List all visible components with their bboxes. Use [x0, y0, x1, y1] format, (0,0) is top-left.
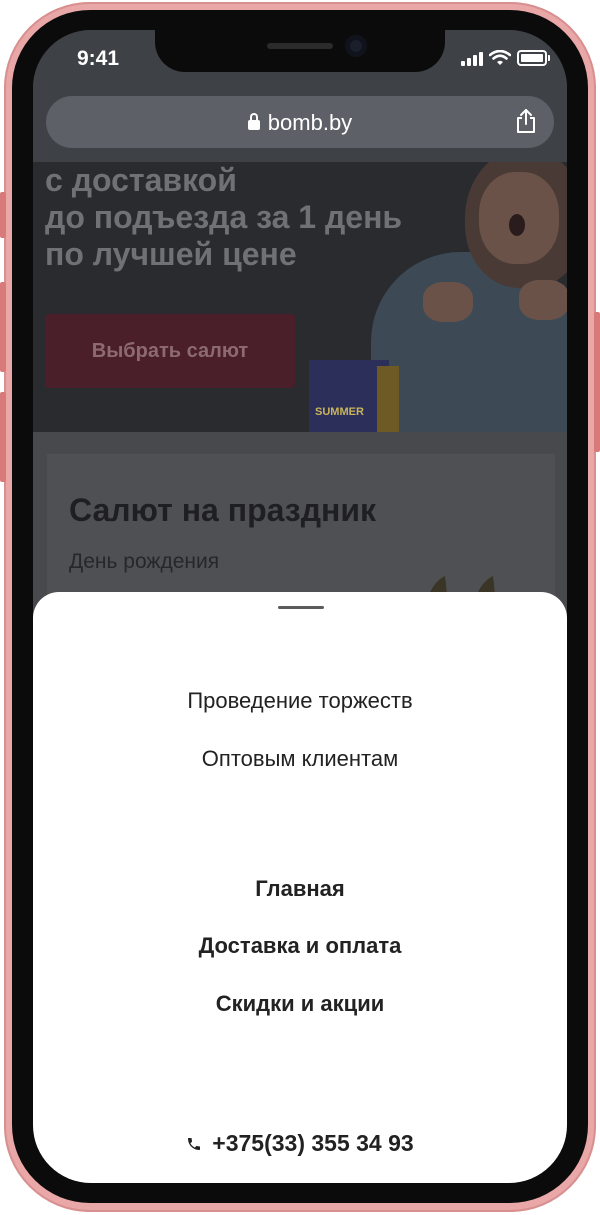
side-button [0, 192, 6, 238]
hero-line: с доставкой [45, 162, 237, 198]
hero-person-mouth [509, 214, 525, 236]
address-bar[interactable]: bomb.by [46, 96, 554, 148]
wifi-icon [489, 50, 511, 65]
lock-icon [247, 113, 260, 130]
notch [155, 30, 445, 72]
speaker [267, 43, 333, 49]
choose-salute-button[interactable]: Выбрать салют [45, 314, 295, 388]
status-bar: 9:41 [33, 30, 567, 90]
screen: 9:41 bomb.by SUMMER с доставкой до подъе… [33, 30, 567, 1183]
side-button [0, 392, 6, 482]
menu-item-delivery[interactable]: Доставка и оплата [33, 933, 567, 959]
share-icon[interactable] [514, 108, 538, 134]
hero-line: до подъезда за 1 день [45, 199, 403, 235]
hero-line: по лучшей цене [45, 236, 297, 272]
phone-icon [188, 1138, 201, 1150]
status-icons [461, 50, 550, 66]
phone-link[interactable]: +375(33) 355 34 93 [33, 1130, 567, 1157]
url-text: bomb.by [267, 110, 353, 135]
menu-item-events[interactable]: Проведение торжеств [33, 688, 567, 714]
menu-item-home[interactable]: Главная [33, 876, 567, 902]
firework-box-side [377, 366, 399, 432]
section-title: Салют на праздник [69, 492, 377, 528]
side-button [594, 312, 600, 452]
battery-icon [517, 50, 550, 66]
browser-chrome: bomb.by [33, 90, 567, 162]
firework-box-label: SUMMER [315, 406, 364, 418]
menu-item-wholesale[interactable]: Оптовым клиентам [33, 746, 567, 772]
sheet-handle[interactable] [278, 606, 324, 609]
hero-banner: SUMMER с доставкой до подъезда за 1 день… [33, 162, 567, 432]
camera [345, 35, 367, 57]
side-button [0, 282, 6, 372]
hero-person-hand [519, 280, 567, 320]
status-time: 9:41 [77, 47, 120, 70]
phone-number: +375(33) 355 34 93 [212, 1130, 414, 1156]
hero-headline: с доставкой до подъезда за 1 день по луч… [45, 162, 402, 273]
signal-icon [461, 52, 483, 66]
menu-item-discounts[interactable]: Скидки и акции [33, 991, 567, 1017]
section-subtitle: День рождения [69, 550, 220, 573]
menu-sheet: Проведение торжеств Оптовым клиентам Гла… [33, 592, 567, 1183]
url-display[interactable]: bomb.by [46, 110, 554, 136]
hero-person-hand [423, 282, 473, 322]
